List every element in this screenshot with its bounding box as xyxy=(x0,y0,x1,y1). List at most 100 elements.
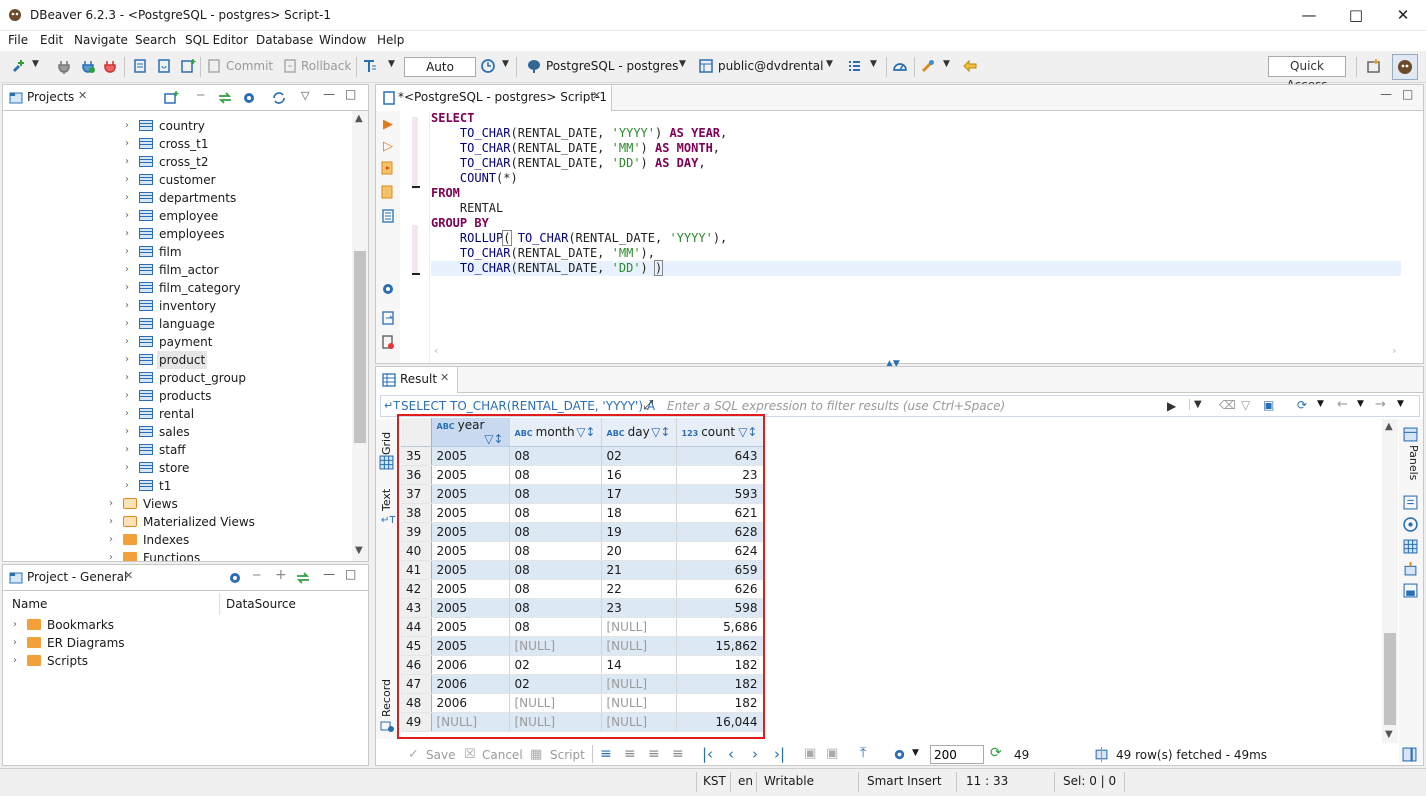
sort-filter-icon[interactable]: ▽↕ xyxy=(576,425,595,439)
text-icon[interactable]: ↵T xyxy=(381,515,396,526)
maximize-view-icon[interactable]: □ xyxy=(1402,87,1413,101)
tree-item-folder[interactable]: › Views xyxy=(109,495,349,513)
close-tab-icon[interactable]: ✕ xyxy=(440,371,449,384)
chevron-right-icon[interactable]: › xyxy=(125,459,135,477)
sql-editor-icon[interactable] xyxy=(132,58,148,74)
panels-icon[interactable] xyxy=(1403,427,1418,442)
menu-database[interactable]: Database xyxy=(256,33,313,47)
apply-filter-icon[interactable]: ▶ xyxy=(1167,399,1176,413)
grid-cell-month[interactable]: 08 xyxy=(509,446,602,466)
maximize-button[interactable]: □ xyxy=(1333,0,1379,31)
tree-item-table[interactable]: › product_group xyxy=(125,369,345,387)
table-row[interactable]: 43 2005 08 23 598 xyxy=(401,598,764,618)
grid-cell-day[interactable]: 21 xyxy=(601,560,677,580)
fetch-all-icon[interactable]: ▣ xyxy=(826,746,838,761)
collapse-all-icon[interactable]: ─ xyxy=(197,88,204,102)
grid-cell-month[interactable]: 08 xyxy=(509,522,602,542)
grid-cell-year[interactable]: [NULL] xyxy=(431,712,510,732)
aggregate-icon[interactable] xyxy=(1403,517,1418,532)
table-row[interactable]: 46 2006 02 14 182 xyxy=(401,655,764,675)
refresh-icon[interactable] xyxy=(271,90,287,106)
chevron-right-icon[interactable]: › xyxy=(125,207,135,225)
tree-item-table[interactable]: › employees xyxy=(125,225,345,243)
invalidate-connection-icon[interactable] xyxy=(80,58,96,74)
collapse-all-icon[interactable]: ─ xyxy=(253,568,260,582)
table-row[interactable]: 45 2005 [NULL] [NULL] 15,862 xyxy=(401,636,764,656)
execute-script-icon[interactable] xyxy=(381,161,395,175)
dbeaver-perspective-button[interactable] xyxy=(1392,54,1418,80)
table-row[interactable]: 37 2005 08 17 593 xyxy=(401,484,764,504)
delete-row-icon[interactable]: ≡ xyxy=(672,746,684,762)
scroll-up-icon[interactable]: ▲ xyxy=(355,113,363,124)
projects-scrollbar[interactable]: ▲ ▼ xyxy=(352,111,368,561)
record-view-tab[interactable]: Record xyxy=(380,679,393,717)
close-tab-icon[interactable]: ✕ xyxy=(78,89,87,102)
grid-cell-month[interactable]: 08 xyxy=(509,503,602,523)
chevron-right-icon[interactable]: › xyxy=(125,171,135,189)
close-tab-icon[interactable]: ✕ xyxy=(592,89,601,102)
grid-cell-year[interactable]: 2005 xyxy=(431,617,510,637)
text-view-tab[interactable]: Text xyxy=(380,489,393,511)
grid-cell-year[interactable]: 2005 xyxy=(431,465,510,485)
link-editor-icon[interactable] xyxy=(295,570,311,586)
chevron-right-icon[interactable]: › xyxy=(125,243,135,261)
close-tab-icon[interactable]: ✕ xyxy=(124,569,133,582)
result-grid[interactable]: ABC year ▽↕ ABC month ▽↕ ABC day ▽↕ 123 count ▽↕… xyxy=(401,418,764,732)
grid-cell-day[interactable]: 23 xyxy=(601,598,677,618)
chevron-right-icon[interactable]: › xyxy=(109,531,119,549)
grid-cell-year[interactable]: 2005 xyxy=(431,484,510,504)
chevron-right-icon[interactable]: › xyxy=(125,333,135,351)
chevron-right-icon[interactable]: › xyxy=(125,189,135,207)
filter-history-icon[interactable]: ▼ xyxy=(1189,399,1202,410)
tree-item-table[interactable]: › store xyxy=(125,459,345,477)
grid-cell-month[interactable]: [NULL] xyxy=(509,636,602,656)
grid-cell-day[interactable]: 14 xyxy=(601,655,677,675)
minimize-button[interactable]: — xyxy=(1286,0,1332,31)
project-general-tab[interactable]: Project - General xyxy=(27,570,127,584)
grid-cell-count[interactable]: 626 xyxy=(676,579,764,599)
tree-item-folder[interactable]: › Materialized Views xyxy=(109,513,349,531)
expand-all-icon[interactable]: + xyxy=(275,567,287,583)
erase-filter-icon[interactable]: ⌫ xyxy=(1219,398,1236,412)
grid-cell-month[interactable]: 08 xyxy=(509,560,602,580)
grid-cell-day[interactable]: 20 xyxy=(601,541,677,561)
grid-cell-count[interactable]: 182 xyxy=(676,693,764,713)
menu-edit[interactable]: Edit xyxy=(40,33,63,47)
grid-cell-count[interactable]: 16,044 xyxy=(676,712,764,732)
tree-item-bookmarks[interactable]: › Bookmarks xyxy=(13,616,313,634)
grid-cell-count[interactable]: 182 xyxy=(676,674,764,694)
chevron-right-icon[interactable]: › xyxy=(125,387,135,405)
grid-cell-day[interactable]: 18 xyxy=(601,503,677,523)
commit-icon[interactable] xyxy=(206,58,222,74)
grid-cell-month[interactable]: 08 xyxy=(509,598,602,618)
chevron-down-icon[interactable]: ▼ xyxy=(1397,399,1404,409)
tree-item-table[interactable]: › sales xyxy=(125,423,345,441)
chevron-down-icon[interactable]: ▼ xyxy=(1357,399,1364,409)
table-row[interactable]: 35 2005 08 02 643 xyxy=(401,446,764,466)
chevron-down-icon[interactable]: ▼ xyxy=(912,748,919,758)
grid-cell-year[interactable]: 2005 xyxy=(431,636,510,656)
transaction-mode-icon[interactable] xyxy=(362,58,378,74)
chevron-right-icon[interactable]: › xyxy=(125,117,135,135)
explain-plan-icon[interactable] xyxy=(381,209,395,223)
sql-code-area[interactable]: SELECT TO_CHAR(RENTAL_DATE, 'YYYY') AS Y… xyxy=(431,111,727,276)
execute-script-new-tab-icon[interactable] xyxy=(381,185,395,199)
tree-item-table[interactable]: › film xyxy=(125,243,345,261)
panels-tab[interactable]: Panels xyxy=(1407,445,1420,480)
filter-settings-icon[interactable]: ▽ xyxy=(1241,398,1250,412)
editor-horizontal-scrollbar[interactable]: ‹ › xyxy=(432,344,1396,360)
grid-cell-year[interactable]: 2006 xyxy=(431,693,510,713)
grid-cell-year[interactable]: 2005 xyxy=(431,446,510,466)
grid-cell-month[interactable]: 08 xyxy=(509,465,602,485)
column-header-name[interactable]: Name xyxy=(12,597,47,611)
chevron-right-icon[interactable]: › xyxy=(109,513,119,531)
menu-window[interactable]: Window xyxy=(319,33,366,47)
navigate-back-icon[interactable]: ← xyxy=(1337,397,1348,412)
chevron-right-icon[interactable]: › xyxy=(125,423,135,441)
tree-item-table[interactable]: › language xyxy=(125,315,345,333)
tree-item-table[interactable]: › payment xyxy=(125,333,345,351)
dashboard-icon[interactable] xyxy=(892,58,908,74)
chevron-down-icon[interactable]: ▼ xyxy=(502,59,509,69)
open-perspective-icon[interactable] xyxy=(1366,58,1382,74)
menu-search[interactable]: Search xyxy=(135,33,176,47)
